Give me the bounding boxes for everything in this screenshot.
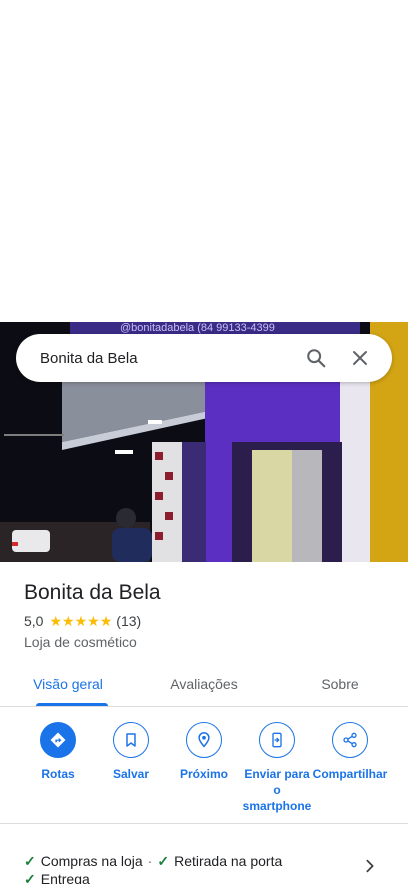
feature-in-store: Compras na loja bbox=[40, 853, 143, 869]
bookmark-icon bbox=[113, 722, 149, 758]
save-label: Salvar bbox=[112, 767, 150, 781]
share-label: Compartilhar bbox=[312, 767, 388, 781]
section-divider bbox=[0, 823, 408, 824]
star-icon: ★ bbox=[87, 613, 100, 629]
action-buttons: Rotas Salvar Próximo Enviar para o smart… bbox=[0, 722, 408, 822]
directions-label: Rotas bbox=[41, 767, 75, 781]
nearby-button[interactable]: Próximo bbox=[166, 722, 242, 782]
feature-separator: · bbox=[147, 853, 153, 869]
place-category[interactable]: Loja de cosmético bbox=[24, 632, 394, 652]
tab-bar: Visão geral Avaliações Sobre bbox=[0, 662, 408, 707]
chevron-right-icon[interactable] bbox=[362, 858, 378, 874]
send-to-phone-icon bbox=[259, 722, 295, 758]
feature-pickup: Retirada na porta bbox=[174, 853, 283, 869]
search-icon[interactable] bbox=[296, 338, 336, 378]
directions-button[interactable]: Rotas bbox=[20, 722, 96, 782]
review-count[interactable]: (13) bbox=[116, 613, 141, 629]
nearby-icon bbox=[186, 722, 222, 758]
share-button[interactable]: Compartilhar bbox=[312, 722, 388, 782]
tab-reviews[interactable]: Avaliações bbox=[136, 662, 272, 706]
send-to-phone-button[interactable]: Enviar para o smartphone bbox=[239, 722, 315, 814]
nearby-label: Próximo bbox=[179, 767, 228, 781]
search-query[interactable]: Bonita da Bela bbox=[40, 350, 292, 367]
search-bar[interactable]: Bonita da Bela bbox=[16, 334, 392, 382]
blank-map-area bbox=[0, 0, 408, 322]
directions-icon bbox=[40, 722, 76, 758]
active-tab-indicator bbox=[36, 703, 108, 706]
feature-delivery: Entrega bbox=[40, 871, 90, 884]
place-info: Bonita da Bela 5,0 ★ ★ ★ ★ ★ (13) Loja de co… bbox=[24, 578, 394, 652]
check-icon: ✓ bbox=[24, 871, 36, 884]
save-button[interactable]: Salvar bbox=[93, 722, 169, 782]
tab-overview[interactable]: Visão geral bbox=[0, 662, 136, 706]
share-icon bbox=[332, 722, 368, 758]
sign-text: @bonitadabela (84 99133-4399 bbox=[120, 322, 275, 334]
service-options[interactable]: ✓ Compras na loja · ✓ Retirada na porta ✓ Ent… bbox=[24, 852, 364, 884]
tab-about[interactable]: Sobre bbox=[272, 662, 408, 706]
star-icon: ★ bbox=[49, 613, 63, 629]
check-icon: ✓ bbox=[157, 853, 170, 869]
rating-row[interactable]: 5,0 ★ ★ ★ ★ ★ (13) bbox=[24, 611, 394, 631]
star-icon: ★ bbox=[99, 613, 113, 629]
close-icon[interactable] bbox=[340, 338, 380, 378]
check-icon: ✓ bbox=[24, 853, 36, 869]
star-icon: ★ bbox=[74, 613, 88, 629]
rating-value: 5,0 bbox=[24, 613, 44, 629]
place-title: Bonita da Bela bbox=[24, 581, 161, 604]
send-to-phone-label: Enviar para o smartphone bbox=[242, 767, 312, 813]
star-rating: ★ ★ ★ ★ ★ bbox=[49, 614, 112, 628]
star-icon: ★ bbox=[62, 613, 75, 629]
